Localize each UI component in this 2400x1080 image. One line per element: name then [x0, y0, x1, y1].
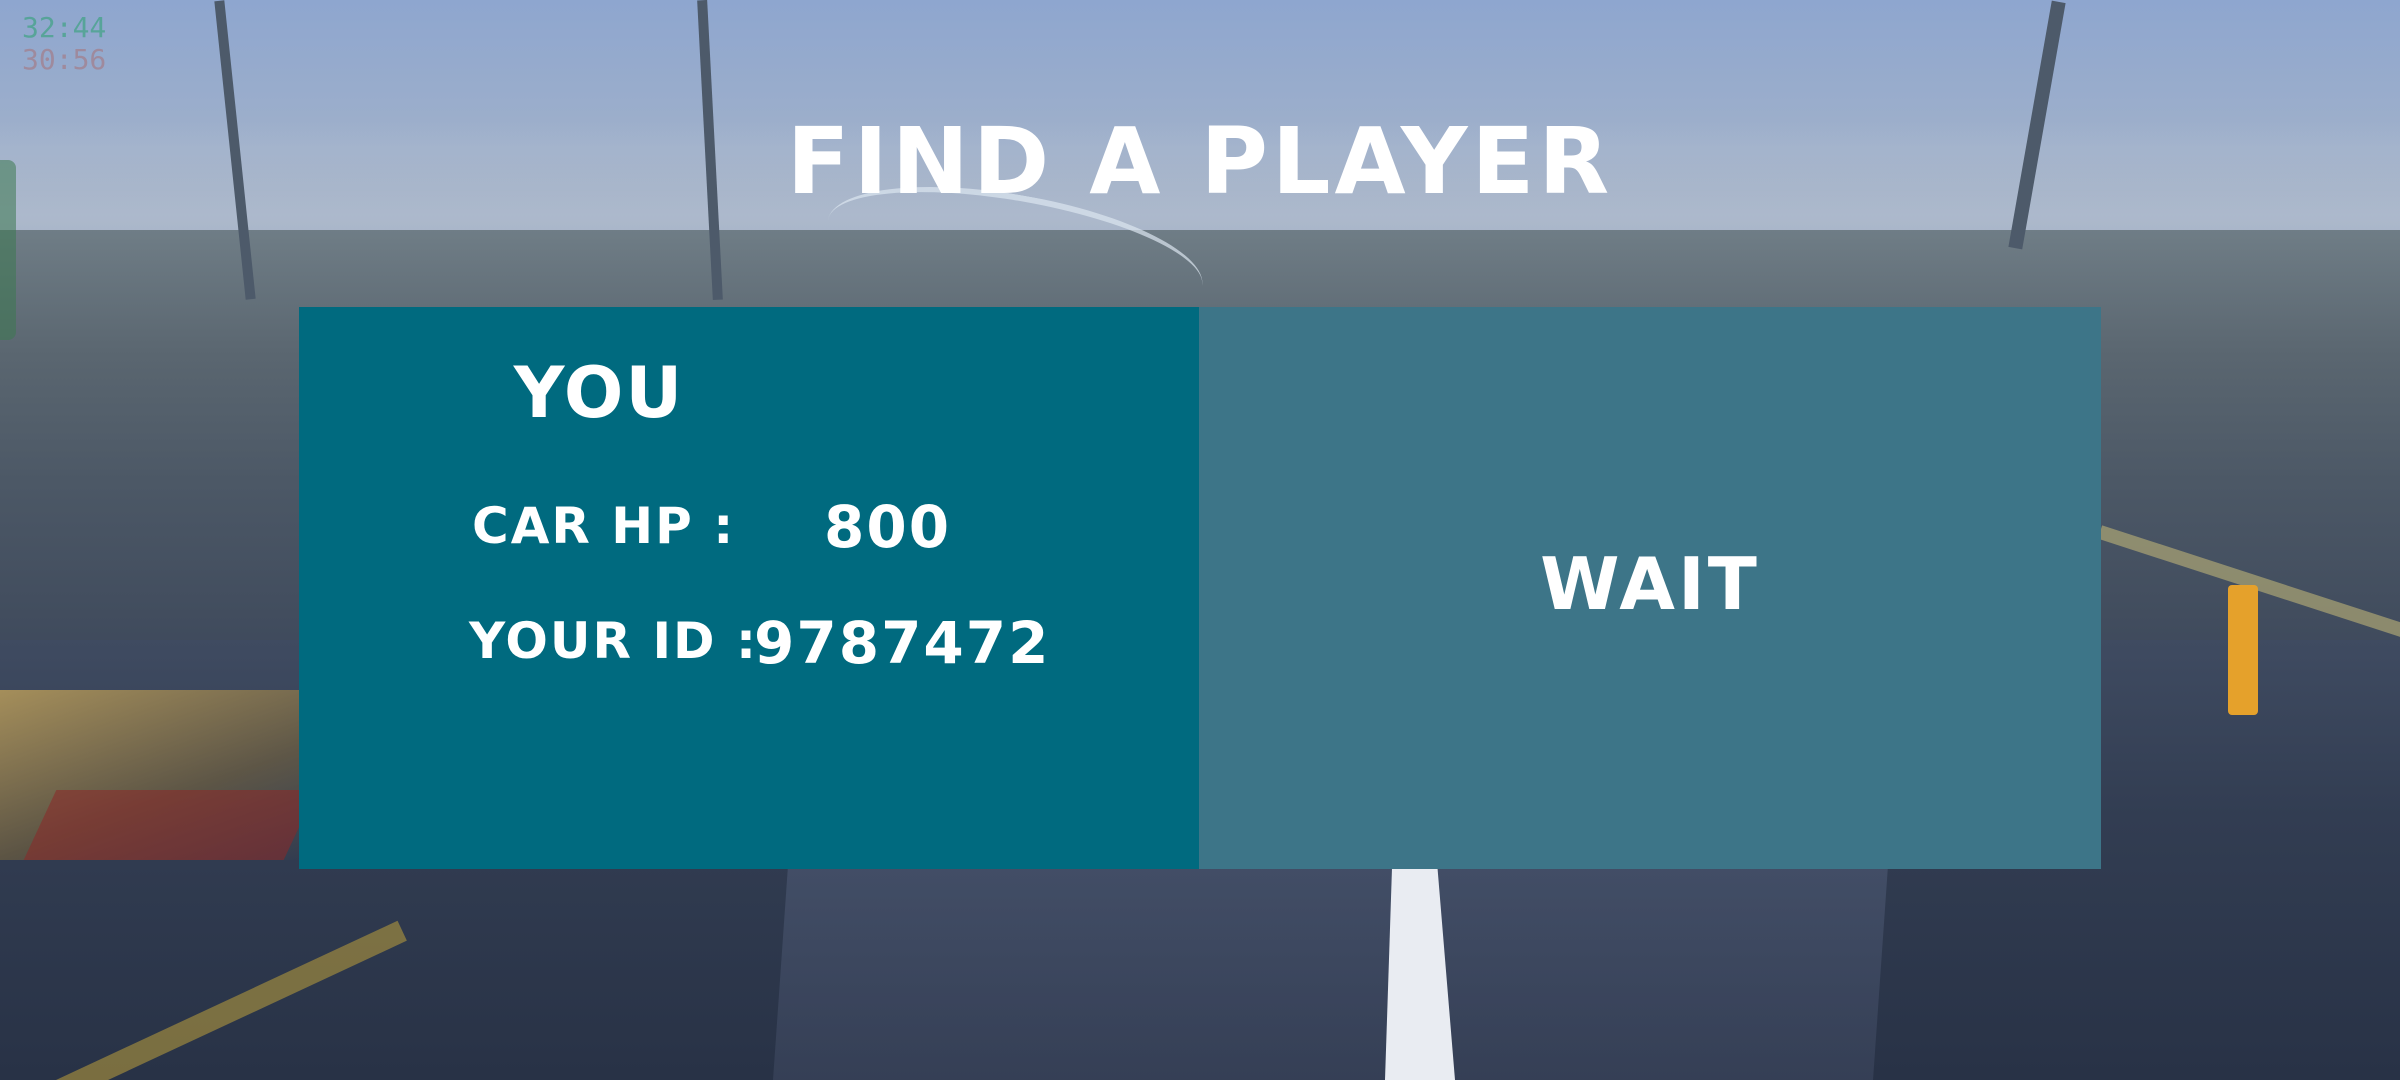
player-panel: YOU CAR HP : 800 YOUR ID : 9787472 — [299, 307, 1199, 869]
road — [771, 860, 1889, 1080]
hud-clock: 32:44 30:56 — [22, 12, 106, 76]
player-id-label: YOUR ID : — [469, 612, 758, 670]
marker-post — [2228, 585, 2258, 715]
player-heading: YOU — [513, 352, 685, 434]
page-title: FIND A PLAYER — [786, 108, 1614, 215]
player-id-value: 9787472 — [754, 609, 1051, 677]
opponent-panel: WAIT — [1199, 307, 2101, 869]
car-hp-value: 800 — [824, 493, 952, 561]
hud-time-primary: 32:44 — [22, 11, 107, 44]
car-hp-label: CAR HP : — [472, 497, 736, 555]
hud-time-secondary: 30:56 — [22, 43, 107, 76]
curb-stripe — [23, 790, 317, 860]
opponent-status: WAIT — [1540, 542, 1760, 626]
